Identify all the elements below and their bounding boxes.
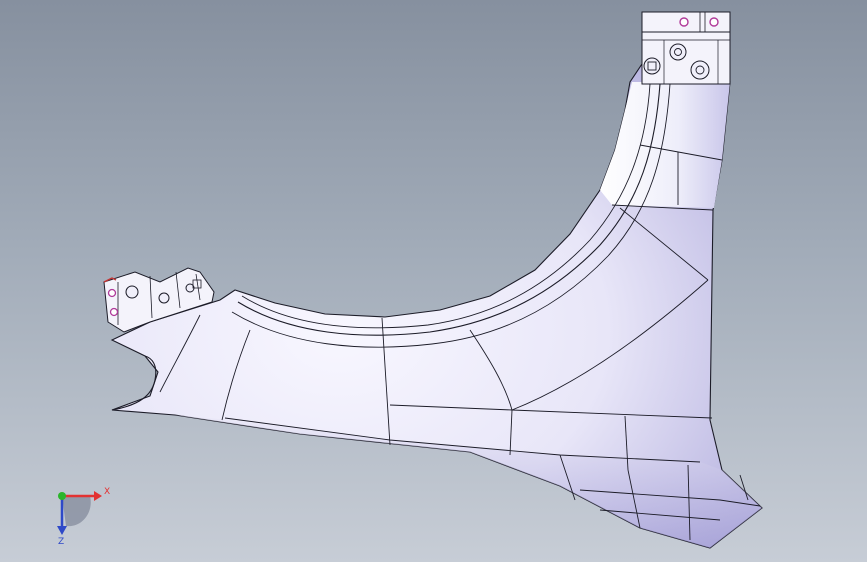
top-mounting-bracket[interactable] [641, 11, 731, 85]
bracket-bolt-hole [125, 285, 139, 299]
bracket-bolt-hole [158, 292, 170, 304]
bracket-bolt-hole [679, 17, 689, 27]
z-axis-arrowhead [57, 526, 67, 535]
bracket-bolt-hole [643, 57, 661, 75]
bracket-bolt-hole [690, 60, 710, 80]
z-axis-label: Z [58, 537, 64, 546]
orientation-triad[interactable]: X Z [42, 482, 112, 546]
triad-shadow [62, 496, 91, 527]
bracket-bolt-hole [669, 43, 687, 61]
x-axis-label: X [104, 487, 110, 497]
fender-model[interactable] [0, 0, 867, 562]
x-axis-arrowhead [94, 491, 102, 501]
bracket-bolt-hole [107, 288, 117, 298]
graphics-viewport[interactable]: X Z [0, 0, 867, 562]
upper-pillar-surface [600, 82, 730, 208]
bracket-bolt-hole [109, 307, 119, 317]
y-axis-dot [58, 492, 66, 500]
bracket-bolt-hole [709, 17, 719, 27]
